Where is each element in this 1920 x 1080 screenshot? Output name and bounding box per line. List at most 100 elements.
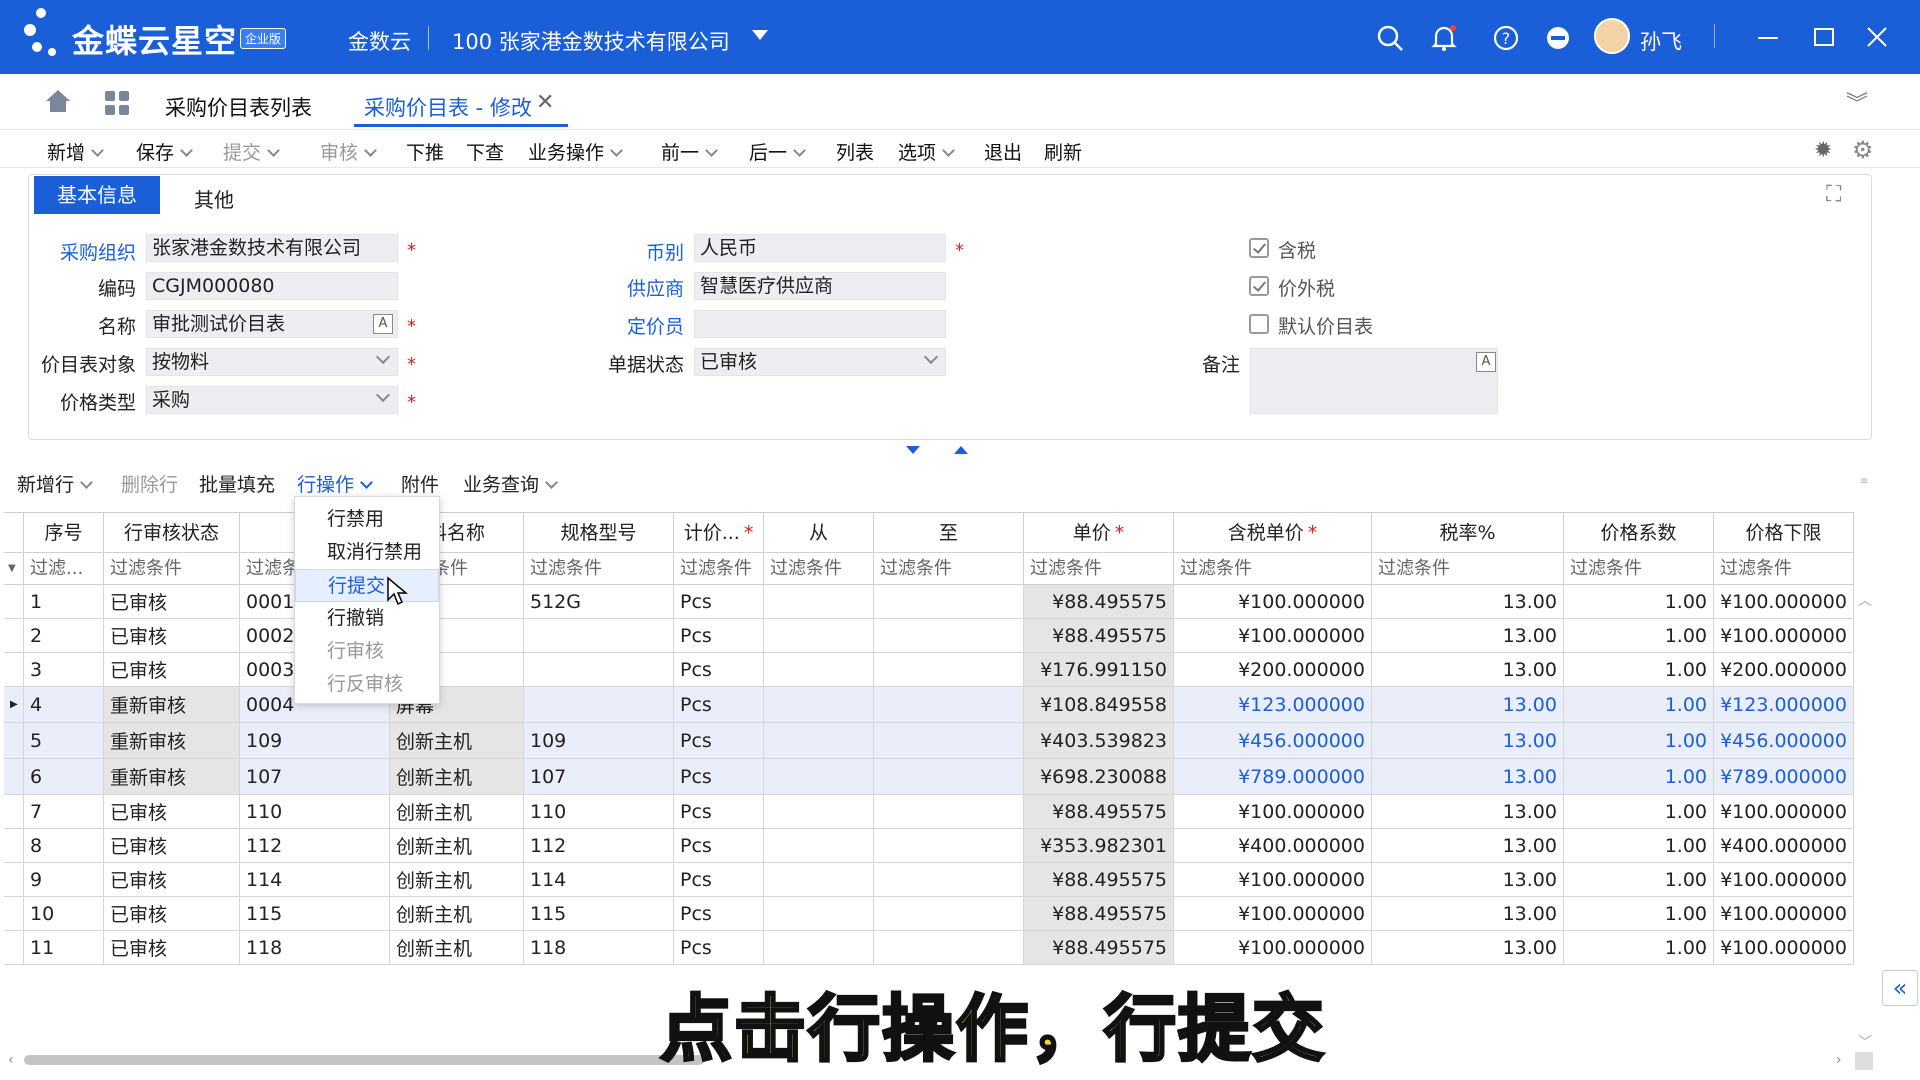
col-spec-cell[interactable]: 512G [524,585,674,618]
col-tax-price-cell[interactable]: ¥100.000000 [1174,795,1372,828]
col-price-cell[interactable]: ¥88.495575 [1024,585,1174,618]
col-price-cell[interactable]: ¥353.982301 [1024,829,1174,862]
table-row[interactable]: 3 已审核 0003 Pcs ¥176.991150 ¥200.000000 13.00 1.… [4,653,1854,687]
col-row-status-cell[interactable]: 重新审核 [104,687,240,722]
purchase-org-field[interactable]: 张家港金数技术有限公司 [146,234,398,262]
col-tax-price-cell[interactable]: ¥100.000000 [1174,619,1372,652]
double-chevron-left-icon[interactable]: « [1882,970,1918,1006]
menu-item-row-revoke[interactable]: 行撤销 [295,602,439,635]
col-row-status-cell[interactable]: 重新审核 [104,723,240,758]
scroll-down-icon[interactable]: ﹀ [1858,1032,1872,1052]
col-pricing-unit-cell[interactable]: Pcs [674,687,764,722]
col-from-header[interactable]: 从 [764,513,874,553]
remark-textarea[interactable] [1250,348,1498,414]
col-price-min-header[interactable]: 价格下限 [1714,513,1854,553]
col-material-name-cell[interactable]: 创新主机 [390,795,524,828]
help-icon[interactable]: ? [1492,24,1520,52]
col-material-name-cell[interactable]: 创新主机 [390,897,524,930]
col-price-min-cell[interactable]: ¥100.000000 [1714,585,1854,618]
col-tax-rate-cell[interactable]: 13.00 [1372,585,1564,618]
row-indicator[interactable] [4,619,24,652]
col-from-cell[interactable] [764,687,874,722]
product-name[interactable]: 金数云 [348,26,411,56]
col-price-min-cell[interactable]: ¥456.000000 [1714,723,1854,758]
menu-item-row-audit[interactable]: 行审核 [295,635,439,668]
close-icon[interactable] [1866,26,1888,48]
tax-extra-checkbox[interactable] [1249,276,1269,296]
table-row[interactable]: 9 已审核 114 创新主机 114 Pcs ¥88.495575 ¥100.000000 13… [4,863,1854,897]
col-tax-rate-cell[interactable]: 13.00 [1372,759,1564,794]
col-from-cell[interactable] [764,795,874,828]
col-to-filter[interactable]: 过滤条件 [874,553,1024,585]
col-price-filter[interactable]: 过滤条件 [1024,553,1174,585]
col-from-cell[interactable] [764,723,874,758]
col-from-cell[interactable] [764,829,874,862]
pricer-field[interactable] [694,310,946,338]
col-spec-cell[interactable] [524,687,674,722]
name-field[interactable]: 审批测试价目表 [146,310,398,338]
col-price-cell[interactable]: ¥698.230088 [1024,759,1174,794]
col-tax-rate-cell[interactable]: 13.00 [1372,723,1564,758]
col-price-cell[interactable]: ¥88.495575 [1024,863,1174,896]
col-row-status-cell[interactable]: 已审核 [104,897,240,930]
col-price-min-cell[interactable]: ¥400.000000 [1714,829,1854,862]
col-spec-cell[interactable]: 118 [524,931,674,964]
col-price-header[interactable]: 单价 * [1024,513,1174,553]
col-seq-cell[interactable]: 5 [24,723,104,758]
col-tax-price-filter[interactable]: 过滤条件 [1174,553,1372,585]
menu-item-disable-row[interactable]: 行禁用 [295,503,439,536]
col-seq-header[interactable]: 序号 [24,513,104,553]
audit-button[interactable]: 审核 [320,138,377,165]
col-price-min-cell[interactable]: ¥789.000000 [1714,759,1854,794]
status-select[interactable]: 已审核 [694,348,946,376]
row-ops-button[interactable]: 行操作 [297,470,373,497]
minimize-icon[interactable] [1758,37,1778,39]
row-indicator[interactable] [4,897,24,930]
code-field[interactable]: CGJM000080 [146,272,398,300]
col-to-header[interactable]: 至 [874,513,1024,553]
col-row-status-cell[interactable]: 已审核 [104,585,240,618]
avatar[interactable] [1594,18,1630,54]
col-spec-cell[interactable]: 112 [524,829,674,862]
col-pricing-unit-cell[interactable]: Pcs [674,897,764,930]
col-material-name-cell[interactable]: 创新主机 [390,723,524,758]
row-indicator[interactable] [4,585,24,618]
table-row[interactable]: 6 重新审核 107 创新主机 107 Pcs ¥698.230088 ¥789.000000… [4,759,1854,795]
col-spec-filter[interactable]: 过滤条件 [524,553,674,585]
col-seq-cell[interactable]: 2 [24,619,104,652]
menu-item-row-unaudit[interactable]: 行反审核 [295,668,439,701]
col-price-min-cell[interactable]: ¥100.000000 [1714,931,1854,964]
row-indicator[interactable] [4,653,24,686]
apps-grid-icon[interactable] [104,90,130,116]
col-tax-rate-filter[interactable]: 过滤条件 [1372,553,1564,585]
col-price-coef-cell[interactable]: 1.00 [1564,653,1714,686]
col-pricing-unit-cell[interactable]: Pcs [674,931,764,964]
col-to-cell[interactable] [874,829,1024,862]
current-row-arrow-icon[interactable]: ▶ [4,687,24,722]
col-material-code-cell[interactable]: 114 [240,863,390,896]
push-down-button[interactable]: 下推 [406,138,444,165]
row-indicator[interactable] [4,795,24,828]
col-price-coef-cell[interactable]: 1.00 [1564,619,1714,652]
scroll-left-icon[interactable]: ‹ [8,1052,14,1068]
row-indicator[interactable] [4,759,24,794]
col-tax-price-cell[interactable]: ¥456.000000 [1174,723,1372,758]
list-button[interactable]: 列表 [836,138,874,165]
col-pricing-unit-header[interactable]: 计价... * [674,513,764,553]
col-seq-cell[interactable]: 6 [24,759,104,794]
col-price-min-cell[interactable]: ¥200.000000 [1714,653,1854,686]
col-row-status-cell[interactable]: 已审核 [104,795,240,828]
query-down-button[interactable]: 下查 [466,138,504,165]
col-spec-cell[interactable] [524,653,674,686]
col-seq-cell[interactable]: 4 [24,687,104,722]
col-price-coef-cell[interactable]: 1.00 [1564,795,1714,828]
table-row[interactable]: 11 已审核 118 创新主机 118 Pcs ¥88.495575 ¥100.000000 1… [4,931,1854,965]
col-to-cell[interactable] [874,585,1024,618]
col-price-cell[interactable]: ¥176.991150 [1024,653,1174,686]
table-row[interactable]: 10 已审核 115 创新主机 115 Pcs ¥88.495575 ¥100.000000 1… [4,897,1854,931]
business-query-button[interactable]: 业务查询 [463,470,558,497]
col-price-min-cell[interactable]: ¥123.000000 [1714,687,1854,722]
col-price-min-cell[interactable]: ¥100.000000 [1714,619,1854,652]
double-chevron-down-icon[interactable]: ︾ [1846,86,1868,118]
col-price-coef-cell[interactable]: 1.00 [1564,931,1714,964]
